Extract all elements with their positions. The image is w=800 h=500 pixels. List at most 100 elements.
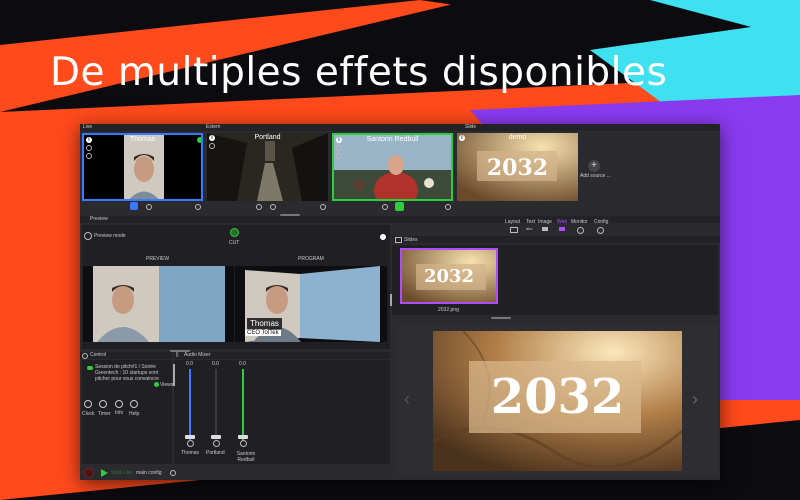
clock-icon[interactable] [336,153,342,159]
preview-mode-icon [84,232,92,240]
control-icon [82,353,88,359]
info-icon[interactable] [115,400,123,408]
help-icon[interactable] [130,400,138,408]
audio-button[interactable] [146,204,152,210]
live-mic-button[interactable] [130,202,138,210]
slide-main: 2032 [433,331,682,471]
toolbar-web[interactable]: Web [557,220,567,225]
views-label: Views [160,382,174,388]
timer-label[interactable]: Timer [98,412,111,417]
cut-button[interactable] [230,228,239,237]
sources-header [80,124,720,131]
info-icon[interactable]: i [336,137,342,143]
layout-icon [510,227,518,233]
info-label[interactable]: Info [115,411,123,416]
slide-section-label: Slide [465,124,477,130]
monitor-icon [577,227,584,234]
preview-section-label: Preview [90,216,108,222]
mixer-label: Audio Mixer [184,352,211,358]
toolbar-text[interactable]: Text [526,220,535,225]
info-icon[interactable]: i [209,135,215,141]
info-icon[interactable]: i [459,135,465,141]
views-icon [154,382,159,387]
add-source-label[interactable]: Add source ... [580,174,611,179]
web-icon [559,227,565,231]
cut-label[interactable]: CUT [229,241,239,246]
preview-video [83,266,234,342]
extern-section-label: Extern [206,124,221,130]
slide-thumb[interactable]: 2032 [400,248,498,304]
clock-icon[interactable] [84,400,92,408]
toolbar-config[interactable]: Config [594,220,608,225]
channel-1-name: Thomas [181,450,200,456]
timer-icon[interactable] [99,400,107,408]
demo-big-text: 2032 [486,155,549,181]
clock-icon[interactable] [86,153,92,159]
target-button[interactable] [320,204,326,210]
thomas-video [124,135,164,199]
channel-2-mute[interactable] [213,440,220,447]
close-preview-icon[interactable] [380,234,386,240]
preview-select-button[interactable] [395,202,404,211]
live-section-label: Live [83,124,93,130]
toolbar-image[interactable]: Image [538,220,552,225]
start-live-button[interactable]: Start Live [111,471,132,476]
settings-icon[interactable] [86,145,92,151]
mute-button[interactable] [270,204,276,210]
info-icon[interactable]: i [86,137,92,143]
mixer-panel [174,360,390,464]
thumb-label: Thomas [129,136,156,143]
channel-3-fader[interactable] [238,435,248,439]
image-icon [542,227,548,231]
lower-third-name: Thomas [247,318,282,329]
text-icon: abc [526,226,533,231]
toolbar-monitor[interactable]: Monitor [571,220,588,225]
app-window: Live Extern Slide Thomas i Portland i Sa… [80,124,720,480]
record-button[interactable] [84,468,94,478]
mixer-scrollbar[interactable] [173,364,175,386]
target-button[interactable] [445,204,451,210]
toolbar-layout[interactable]: Layout [505,220,520,225]
slides-label: Slides [404,237,418,243]
active-icon [197,137,201,143]
config-settings-icon[interactable] [170,470,176,476]
channel-1-fader[interactable] [185,435,195,439]
mixer-icon: || [176,352,179,358]
source-thumb-portland[interactable]: Portland i [207,133,328,201]
audio-button[interactable] [382,204,388,210]
slide-main-text: 2032 [490,369,625,425]
session-text: Session de pitch#1 / Soirée Greentech : … [95,364,159,382]
slide-thumb-text: 2032 [423,266,475,287]
control-label: Control [90,352,107,358]
help-label[interactable]: Help [129,412,139,417]
thumb-label: Portland [254,134,281,141]
source-thumb-demo[interactable]: demo 2032 i [457,133,578,201]
program-monitor: Thomas CEO TolTek [235,266,387,342]
channel-1-mute[interactable] [187,440,194,447]
target-button[interactable] [195,204,201,210]
cloud-icon [87,366,93,370]
channel-2-fader[interactable] [211,435,221,439]
settings-icon[interactable] [209,143,215,149]
preview-monitor [83,266,234,342]
channel-3-mute[interactable] [240,440,247,447]
splitter-handle[interactable] [390,294,392,306]
play-icon[interactable] [101,469,108,477]
prev-slide-icon[interactable]: ‹ [404,389,410,410]
config-selector[interactable]: main config [136,471,162,476]
settings-icon[interactable] [336,145,342,151]
slides-icon [395,237,402,243]
portland-video [207,133,328,201]
thumb-label: demo [508,134,527,141]
next-slide-icon[interactable]: › [692,389,698,410]
resize-handle[interactable] [491,317,511,319]
channel-2-meter [215,369,217,441]
add-source-icon[interactable]: + [588,160,600,172]
audio-button[interactable] [256,204,262,210]
santorin-video [334,135,451,199]
source-thumb-thomas[interactable]: Thomas i [82,133,203,201]
headline: De multiples effets disponibles [50,50,668,95]
channel-3-value: 0.0 [239,361,246,367]
clock-label[interactable]: Clock [82,412,95,417]
source-thumb-santorin[interactable]: Santorin Redbull i [332,133,453,201]
